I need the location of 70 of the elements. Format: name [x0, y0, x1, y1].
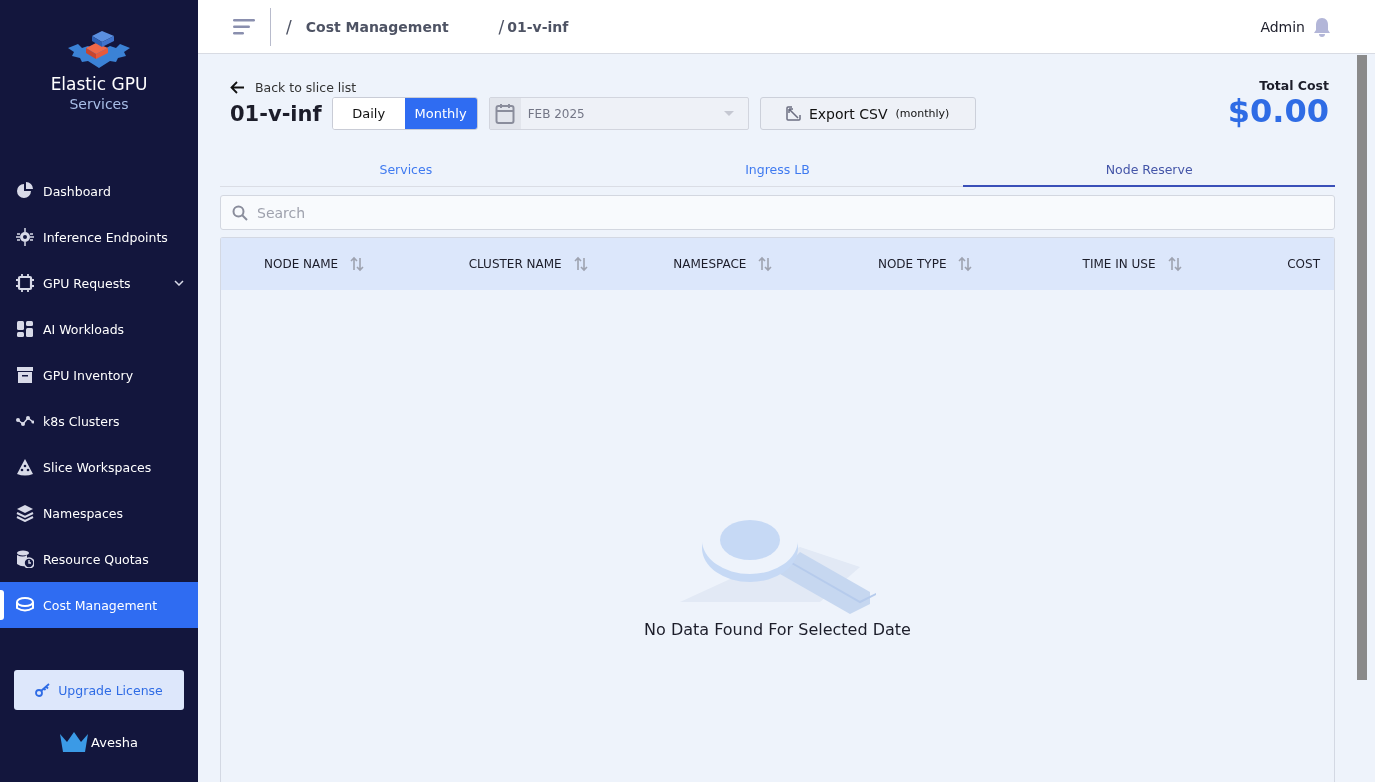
- sidebar-item[interactable]: GPU Requests: [0, 260, 198, 306]
- sidebar-item[interactable]: Cost Management: [0, 582, 198, 628]
- column-header[interactable]: NODE NAME: [264, 257, 339, 271]
- scrollbar[interactable]: [1357, 55, 1367, 680]
- sidebar-item[interactable]: Namespaces: [0, 490, 198, 536]
- column-header[interactable]: NAMESPACE: [673, 257, 747, 271]
- sidebar-item[interactable]: Resource Quotas: [0, 536, 198, 582]
- date-picker[interactable]: FEB 2025: [488, 97, 749, 130]
- empty-state-message: No Data Found For Selected Date: [644, 620, 911, 639]
- nav-label: GPU Requests: [43, 275, 131, 291]
- sort-icon[interactable]: [350, 256, 365, 272]
- nav-icon: [16, 458, 34, 476]
- nav-icon: [16, 182, 34, 200]
- nav-label: Cost Management: [43, 597, 158, 613]
- bell-icon[interactable]: [1313, 16, 1331, 37]
- column-header[interactable]: NODE TYPE: [877, 257, 947, 271]
- nav-icon: [16, 274, 34, 292]
- crown-logo-icon: [60, 732, 89, 752]
- dropdown-caret-icon: [723, 110, 734, 117]
- export-icon: [785, 106, 801, 121]
- column-header[interactable]: TIME IN USE: [1082, 257, 1156, 271]
- nav-label: Slice Workspaces: [43, 459, 152, 475]
- tab[interactable]: Services: [220, 154, 592, 187]
- key-icon: [35, 683, 52, 697]
- total-cost-value: $0.00: [1227, 93, 1329, 130]
- nav-label: GPU Inventory: [43, 367, 134, 383]
- sidebar-item[interactable]: Slice Workspaces: [0, 444, 198, 490]
- sort-icon[interactable]: [1167, 256, 1182, 272]
- column-header[interactable]: COST: [1287, 257, 1320, 271]
- nav-label: Inference Endpoints: [43, 229, 168, 245]
- menu-icon[interactable]: [233, 18, 255, 35]
- nav-icon: [16, 320, 34, 338]
- upgrade-license-button[interactable]: Upgrade License: [14, 670, 184, 710]
- sidebar-item[interactable]: GPU Inventory: [0, 352, 198, 398]
- nav-label: Namespaces: [43, 505, 124, 521]
- nav-label: Resource Quotas: [43, 551, 149, 567]
- back-arrow-icon: [230, 81, 245, 94]
- avesha-logo-text: Avesha: [91, 734, 138, 750]
- sort-icon[interactable]: [758, 256, 773, 272]
- brand-subtitle: Services: [69, 96, 129, 112]
- nav-icon: [16, 228, 34, 246]
- sidebar-item[interactable]: k8s Clusters: [0, 398, 198, 444]
- column-header[interactable]: CLUSTER NAME: [468, 257, 562, 271]
- breadcrumb-link[interactable]: 01-v-inf: [507, 18, 569, 35]
- calendar-icon: [495, 102, 516, 125]
- nav-icon: [16, 366, 34, 384]
- export-csv-button[interactable]: Export CSV (monthly): [759, 97, 976, 130]
- total-cost-label: Total Cost: [1258, 78, 1329, 93]
- nav-icon: [16, 504, 34, 522]
- nav-label: AI Workloads: [43, 321, 125, 337]
- sort-icon[interactable]: [958, 256, 973, 272]
- period-toggle-option[interactable]: Monthly: [404, 98, 477, 129]
- nav-icon: [16, 550, 34, 568]
- nav-icon: [16, 596, 34, 614]
- breadcrumb-separator: /: [286, 16, 292, 37]
- tab[interactable]: Ingress LB: [591, 154, 964, 187]
- search-field[interactable]: Search: [220, 195, 1335, 230]
- page-title: 01-v-inf: [230, 101, 322, 126]
- nav-label: Dashboard: [43, 183, 111, 199]
- nav-label: k8s Clusters: [43, 413, 120, 429]
- back-link[interactable]: Back to slice list: [230, 80, 976, 95]
- tab[interactable]: Node Reserve: [963, 154, 1335, 187]
- sidebar-item[interactable]: AI Workloads: [0, 306, 198, 352]
- sidebar-item[interactable]: Dashboard: [0, 168, 198, 214]
- breadcrumb-separator: /: [498, 16, 505, 37]
- breadcrumb-link[interactable]: Cost Management: [305, 18, 449, 35]
- sort-icon[interactable]: [573, 256, 588, 272]
- sidebar-item[interactable]: Inference Endpoints: [0, 214, 198, 260]
- brand-title: Elastic GPU: [50, 74, 148, 94]
- user-name[interactable]: Admin: [1260, 18, 1305, 35]
